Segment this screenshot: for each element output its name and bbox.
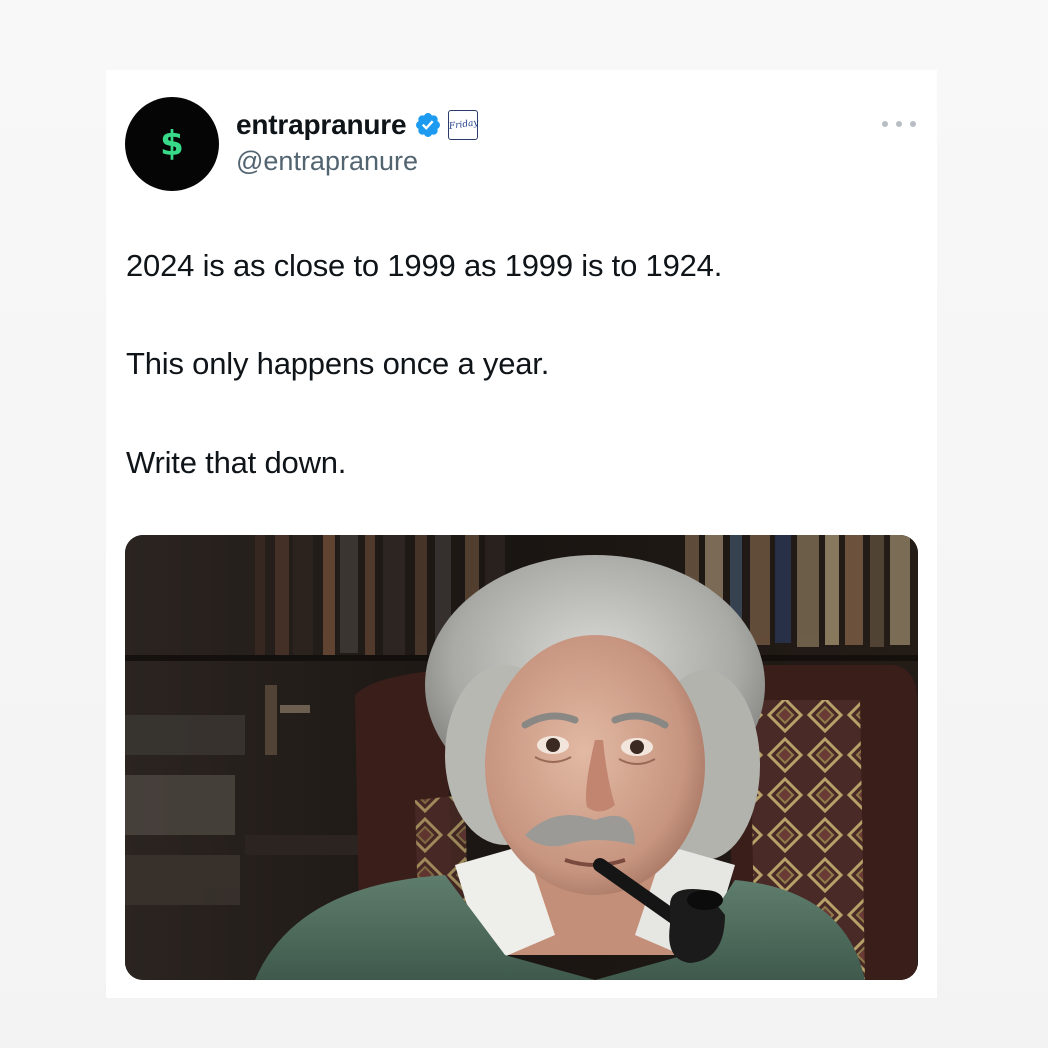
affiliation-badge[interactable]: Friday [447,110,479,140]
author-name-row: entrapranure Friday [236,107,479,143]
verified-badge-icon [416,113,441,137]
handle[interactable]: @entrapranure [236,146,418,177]
display-name[interactable]: entrapranure [236,109,407,141]
tweet-card[interactable]: $ entrapranure Friday @entrapranure 2024… [106,70,937,998]
tweet-text-line: 2024 is as close to 1999 as 1999 is to 1… [126,248,723,283]
photo-illustration [125,535,918,980]
more-options-icon[interactable] [882,112,916,136]
tweet-text-line: This only happens once a year. [126,346,550,381]
page-background: $ entrapranure Friday @entrapranure 2024… [0,0,1048,1048]
tweet-text-line: Write that down. [126,445,347,480]
dollar-sign-icon: $ [160,124,184,164]
tweet-media-image[interactable] [125,535,918,980]
affiliation-badge-text: Friday [447,117,479,133]
avatar[interactable]: $ [125,97,219,191]
